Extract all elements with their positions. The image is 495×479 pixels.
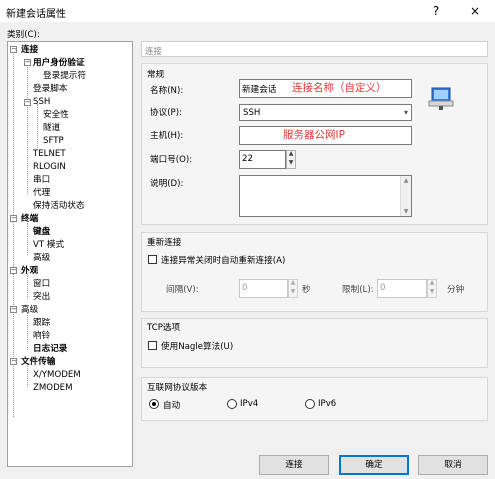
tree-item-xymodem[interactable]: X/YMODEM — [33, 369, 81, 381]
category-tree[interactable]: − 连接 − 用户身份验证 登录提示符 登录脚本 − SSH 安全性 隧道 SF… — [7, 41, 133, 467]
window-title: 新建会话属性 — [6, 9, 66, 20]
radio-auto[interactable] — [149, 399, 159, 409]
tree-item-rlogin[interactable]: RLOGIN — [33, 161, 66, 173]
host-annotation: 服务器公网IP — [283, 129, 345, 141]
tree-item-highlight[interactable]: 突出 — [33, 291, 50, 303]
tree-item-advanced[interactable]: 高级 — [21, 304, 38, 316]
radio-ipv4[interactable] — [227, 399, 237, 409]
tree-item-vt-mode[interactable]: VT 模式 — [33, 239, 64, 251]
protocol-select[interactable]: SSH ▾ — [239, 104, 412, 121]
nagle-label: 使用Nagle算法(U) — [161, 342, 234, 352]
interval-unit: 秒 — [302, 285, 311, 295]
cancel-button[interactable]: 取消 — [418, 455, 488, 475]
auto-reconnect-label: 连接异常关闭时自动重新连接(A) — [161, 256, 286, 266]
reconnect-title: 重新连接 — [147, 238, 182, 248]
ok-button[interactable]: 确定 — [339, 455, 409, 475]
description-textarea[interactable]: ▲ ▼ — [239, 175, 412, 217]
category-label: 类别(C): — [7, 30, 40, 40]
name-label: 名称(N): — [150, 86, 184, 96]
collapse-icon[interactable]: − — [10, 306, 17, 313]
tree-item-keyboard[interactable]: 键盘 — [33, 226, 50, 238]
general-title: 常规 — [147, 70, 165, 80]
interval-label: 间隔(V): — [166, 285, 199, 295]
interval-input[interactable]: 0 — [239, 279, 288, 298]
description-scrollbar[interactable]: ▲ ▼ — [400, 176, 411, 216]
collapse-icon[interactable]: − — [10, 267, 17, 274]
chevron-down-icon: ▾ — [403, 108, 408, 117]
title-bar — [0, 0, 495, 22]
connect-button[interactable]: 连接 — [259, 455, 329, 475]
limit-spinner[interactable]: ▲ ▼ — [427, 279, 437, 298]
tree-item-terminal-advanced[interactable]: 高级 — [33, 252, 50, 264]
limit-unit: 分钟 — [447, 285, 465, 295]
collapse-icon[interactable]: − — [24, 99, 31, 106]
tree-item-file-transfer[interactable]: 文件传输 — [21, 356, 55, 368]
radio-ipv4-label: IPv4 — [240, 399, 259, 409]
tree-item-zmodem[interactable]: ZMODEM — [33, 382, 73, 394]
protocol-label: 协议(P): — [150, 108, 182, 118]
description-label: 说明(D): — [150, 179, 184, 189]
name-annotation: 连接名称（自定义） — [292, 82, 387, 94]
port-label: 端口号(O): — [150, 155, 193, 165]
close-button[interactable]: × — [466, 2, 484, 20]
reconnect-group — [141, 232, 488, 312]
collapse-icon[interactable]: − — [24, 59, 31, 66]
collapse-icon[interactable]: − — [10, 215, 17, 222]
tree-item-ssh[interactable]: SSH — [33, 96, 50, 108]
scroll-up-icon[interactable]: ▲ — [401, 177, 411, 184]
limit-label: 限制(L): — [342, 285, 374, 295]
radio-auto-label: 自动 — [163, 401, 181, 411]
nagle-checkbox[interactable] — [148, 341, 157, 350]
collapse-icon[interactable]: − — [10, 46, 17, 53]
tree-item-keepalive[interactable]: 保持活动状态 — [33, 200, 85, 212]
spin-down-icon[interactable]: ▼ — [428, 288, 436, 298]
tree-item-window[interactable]: 窗口 — [33, 278, 50, 290]
tree-item-proxy[interactable]: 代理 — [33, 187, 50, 199]
host-label: 主机(H): — [150, 131, 184, 141]
tree-item-tunnel[interactable]: 隧道 — [43, 122, 60, 134]
tree-item-login-script[interactable]: 登录脚本 — [33, 83, 67, 95]
auto-reconnect-checkbox[interactable] — [148, 255, 157, 264]
radio-ipv6[interactable] — [305, 399, 315, 409]
protocol-value: SSH — [243, 108, 261, 118]
section-header — [141, 41, 488, 57]
interval-spinner[interactable]: ▲ ▼ — [288, 279, 298, 298]
port-input[interactable]: 22 — [239, 150, 286, 169]
limit-input[interactable]: 0 — [377, 279, 427, 298]
collapse-icon[interactable]: − — [10, 358, 17, 365]
tcp-title: TCP选项 — [147, 323, 181, 333]
spin-down-icon[interactable]: ▼ — [289, 288, 297, 298]
tree-item-bell[interactable]: 响铃 — [33, 330, 50, 342]
tree-item-serial[interactable]: 串口 — [33, 174, 50, 186]
tree-item-logging[interactable]: 日志记录 — [33, 343, 67, 355]
tree-item-security[interactable]: 安全性 — [43, 109, 69, 121]
tree-item-terminal[interactable]: 终端 — [21, 213, 38, 225]
tree-item-telnet[interactable]: TELNET — [33, 148, 66, 160]
tree-item-login-prompt[interactable]: 登录提示符 — [43, 70, 86, 82]
tree-item-auth[interactable]: 用户身份验证 — [33, 57, 85, 69]
tree-item-sftp[interactable]: SFTP — [43, 135, 64, 147]
spin-down-icon[interactable]: ▼ — [287, 159, 295, 169]
computer-network-icon — [428, 87, 454, 110]
radio-ipv6-label: IPv6 — [318, 399, 337, 409]
port-spinner[interactable]: ▲ ▼ — [286, 150, 296, 169]
scroll-down-icon[interactable]: ▼ — [401, 208, 411, 215]
help-button[interactable]: ? — [427, 2, 445, 20]
tree-item-trace[interactable]: 跟踪 — [33, 317, 50, 329]
tree-item-appearance[interactable]: 外观 — [21, 265, 38, 277]
tree-item-connection[interactable]: 连接 — [21, 44, 38, 56]
breadcrumb: 连接 — [145, 47, 163, 57]
ip-version-title: 互联网协议版本 — [147, 383, 208, 393]
